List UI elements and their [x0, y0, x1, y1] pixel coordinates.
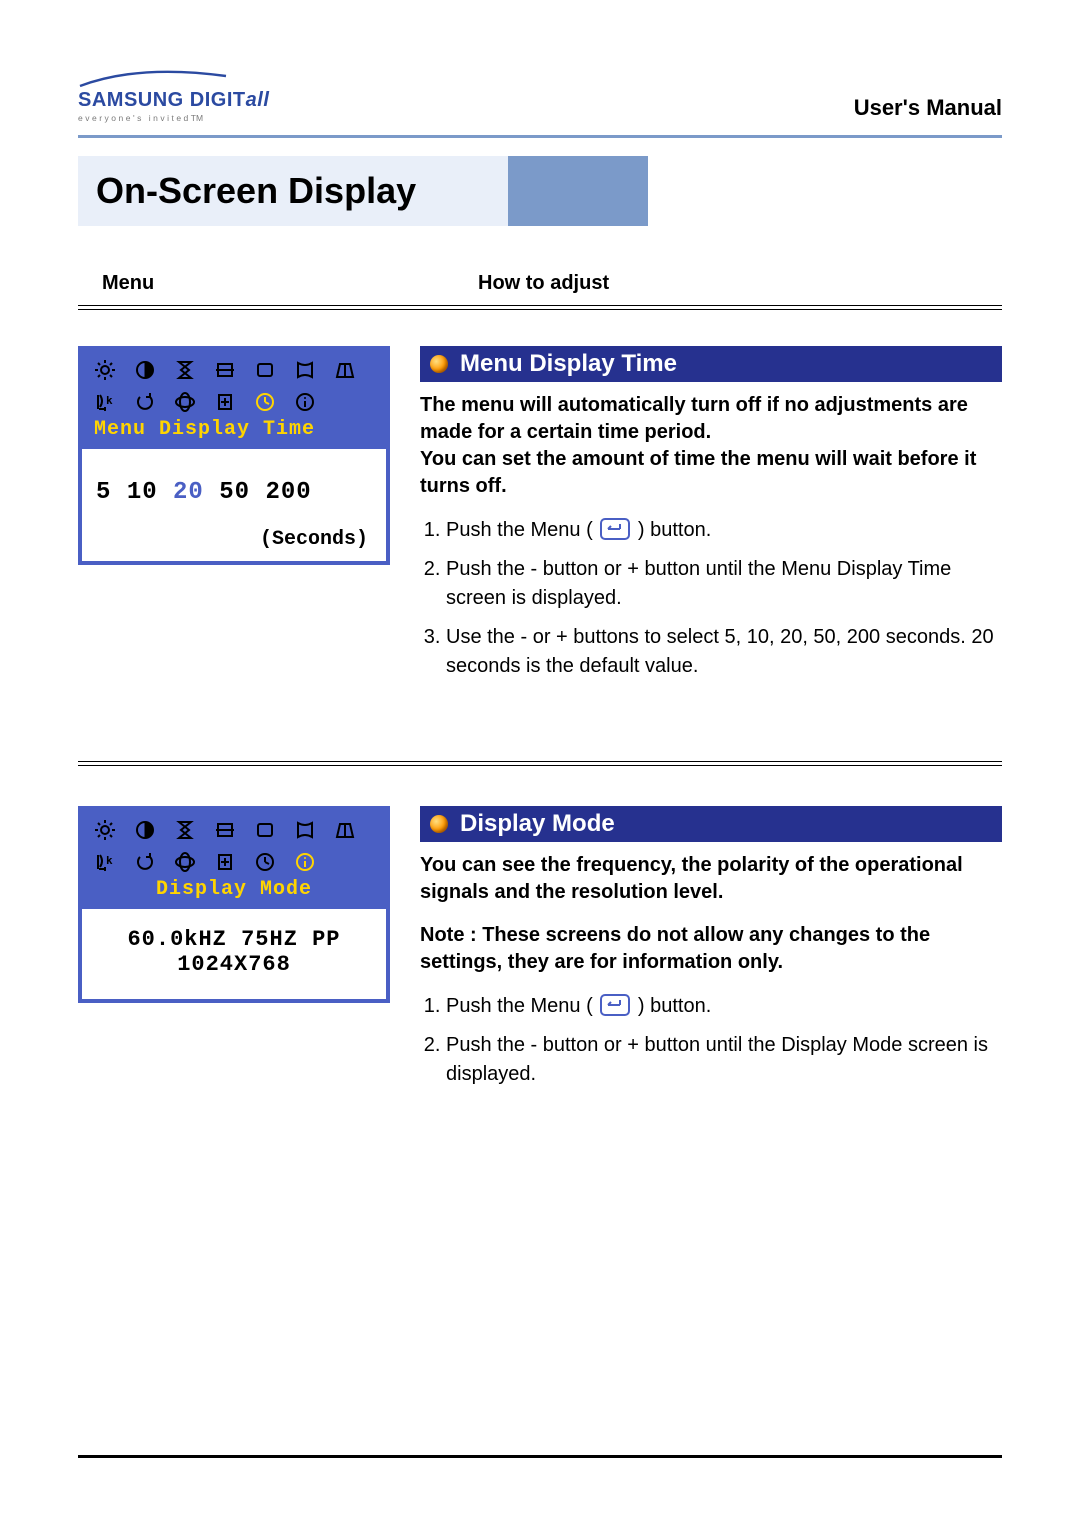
section1-title: Menu Display Time	[460, 350, 677, 378]
section1-steps: Push the Menu ( ) button. Push the - but…	[420, 516, 1002, 681]
section2-text: Display Mode You can see the frequency, …	[420, 806, 1002, 1099]
bullet-icon	[430, 815, 448, 833]
position-icon	[252, 358, 278, 382]
osd-title-mode: Display Mode	[90, 876, 378, 903]
osd-icon-row-1b	[90, 816, 378, 844]
logo-script: all	[246, 89, 270, 111]
clock-icon	[252, 390, 278, 414]
logo-sub: DIGIT	[190, 89, 246, 111]
info-icon	[292, 850, 318, 874]
hsize-icon	[212, 818, 238, 842]
recall-icon	[132, 390, 158, 414]
hourglass-icon	[172, 818, 198, 842]
osd-illustration-mode: k Display Mode 60.0kHZ 75HZ PP 1024X768	[78, 806, 390, 1003]
recall-icon	[132, 850, 158, 874]
users-manual-label: User's Manual	[854, 95, 1002, 123]
logo-tagline: everyone's invited	[78, 113, 191, 123]
section2-step-1: Push the Menu ( ) button.	[446, 992, 1002, 1021]
osd-opt-4: 200	[265, 479, 311, 506]
page-title-bar: On-Screen Display	[78, 156, 1002, 226]
samsung-logo: SAMSUNG DIGITall everyone's invitedTM	[78, 70, 269, 123]
osd-opt-1: 10	[127, 479, 158, 506]
section2-title-bar: Display Mode	[420, 806, 1002, 842]
hsize-icon	[212, 358, 238, 382]
section2-steps: Push the Menu ( ) button. Push the - but…	[420, 992, 1002, 1089]
zoom-icon	[212, 850, 238, 874]
trapezoid-icon	[332, 818, 358, 842]
brightness-icon	[92, 358, 118, 382]
osd-icon-row-2b: k	[90, 848, 378, 876]
svg-text:k: k	[106, 394, 113, 407]
clock-icon	[252, 850, 278, 874]
menu-button-icon	[600, 518, 630, 540]
zoom-icon	[212, 390, 238, 414]
section1-intro: The menu will automatically turn off if …	[420, 392, 1002, 500]
osd-icon-row-2: k	[90, 388, 378, 416]
pincushion-icon	[292, 358, 318, 382]
section-display-mode: k Display Mode 60.0kHZ 75HZ PP 1024X768	[78, 806, 1002, 1099]
footer-rule	[78, 1455, 1002, 1458]
page-header: SAMSUNG DIGITall everyone's invitedTM Us…	[78, 70, 1002, 123]
section2-title: Display Mode	[460, 810, 615, 838]
section-divider	[78, 761, 1002, 766]
section-menu-display-time: k Menu Display Time 5 10 20 50	[78, 346, 1002, 691]
logo-swoosh-icon	[78, 70, 228, 88]
column-headers: Menu How to adjust	[78, 272, 1002, 295]
step1-post: ) button.	[632, 519, 711, 541]
parallel-icon: k	[92, 850, 118, 874]
step1-pre: Push the Menu (	[446, 519, 598, 541]
column-header-menu: Menu	[78, 272, 478, 295]
logo-brand: SAMSUNG	[78, 89, 184, 111]
brightness-icon	[92, 818, 118, 842]
section1-text: Menu Display Time The menu will automati…	[420, 346, 1002, 691]
section2-note: Note : These screens do not allow any ch…	[420, 922, 1002, 976]
osd-opt-0: 5	[96, 479, 111, 506]
svg-text:k: k	[106, 854, 113, 867]
degauss-icon	[172, 390, 198, 414]
step1b-post: ) button.	[632, 995, 711, 1017]
contrast-icon	[132, 358, 158, 382]
osd-illustration-time: k Menu Display Time 5 10 20 50	[78, 346, 390, 565]
parallel-icon: k	[92, 390, 118, 414]
section2-intro: You can see the frequency, the polarity …	[420, 852, 1002, 906]
hourglass-icon	[172, 358, 198, 382]
section1-step-1: Push the Menu ( ) button.	[446, 516, 1002, 545]
section1-step-3: Use the - or + buttons to select 5, 10, …	[446, 623, 1002, 681]
osd-opt-2: 20	[173, 479, 204, 506]
menu-button-icon	[600, 994, 630, 1016]
bullet-icon	[430, 355, 448, 373]
osd-mode-line2: 1024X768	[96, 952, 372, 977]
step1b-pre: Push the Menu (	[446, 995, 598, 1017]
section2-step-2: Push the - button or + button until the …	[446, 1031, 1002, 1089]
trapezoid-icon	[332, 358, 358, 382]
header-rule	[78, 135, 1002, 138]
trademark: TM	[191, 113, 203, 123]
section1-title-bar: Menu Display Time	[420, 346, 1002, 382]
position-icon	[252, 818, 278, 842]
osd-opt-3: 50	[219, 479, 250, 506]
page-title: On-Screen Display	[78, 156, 508, 226]
section1-step-2: Push the - button or + button until the …	[446, 555, 1002, 613]
title-bar-accent	[508, 156, 648, 226]
info-icon	[292, 390, 318, 414]
pincushion-icon	[292, 818, 318, 842]
osd-time-options: 5 10 20 50 200	[96, 479, 372, 506]
column-header-rule	[78, 305, 1002, 310]
column-header-how: How to adjust	[478, 272, 1002, 295]
contrast-icon	[132, 818, 158, 842]
manual-page: SAMSUNG DIGITall everyone's invitedTM Us…	[0, 0, 1080, 1528]
osd-icon-row-1	[90, 356, 378, 384]
osd-seconds-label: (Seconds)	[96, 528, 372, 551]
osd-title-time: Menu Display Time	[90, 416, 378, 443]
degauss-icon	[172, 850, 198, 874]
osd-mode-line1: 60.0kHZ 75HZ PP	[96, 927, 372, 952]
